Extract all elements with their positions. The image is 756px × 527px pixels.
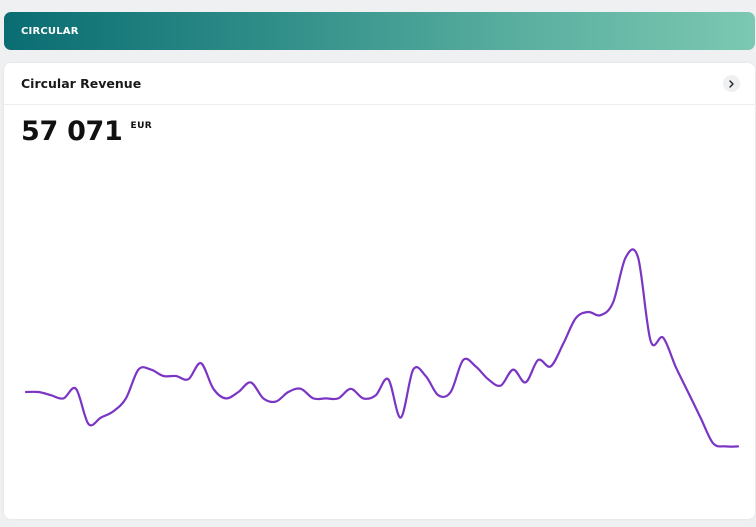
revenue-card: Circular Revenue 57 071 EUR <box>4 63 755 519</box>
series-line <box>24 248 740 448</box>
metric-unit: EUR <box>130 121 153 131</box>
card-title: Circular Revenue <box>21 76 142 91</box>
card-header: Circular Revenue <box>4 63 755 105</box>
expand-button[interactable] <box>723 75 740 92</box>
section-header: CIRCULAR <box>4 12 755 50</box>
metric-value: 57 071 <box>21 116 123 147</box>
revenue-line-chart <box>24 248 740 448</box>
section-title: CIRCULAR <box>21 25 79 37</box>
metric: 57 071 EUR <box>21 116 152 148</box>
chevron-right-icon <box>729 79 734 88</box>
